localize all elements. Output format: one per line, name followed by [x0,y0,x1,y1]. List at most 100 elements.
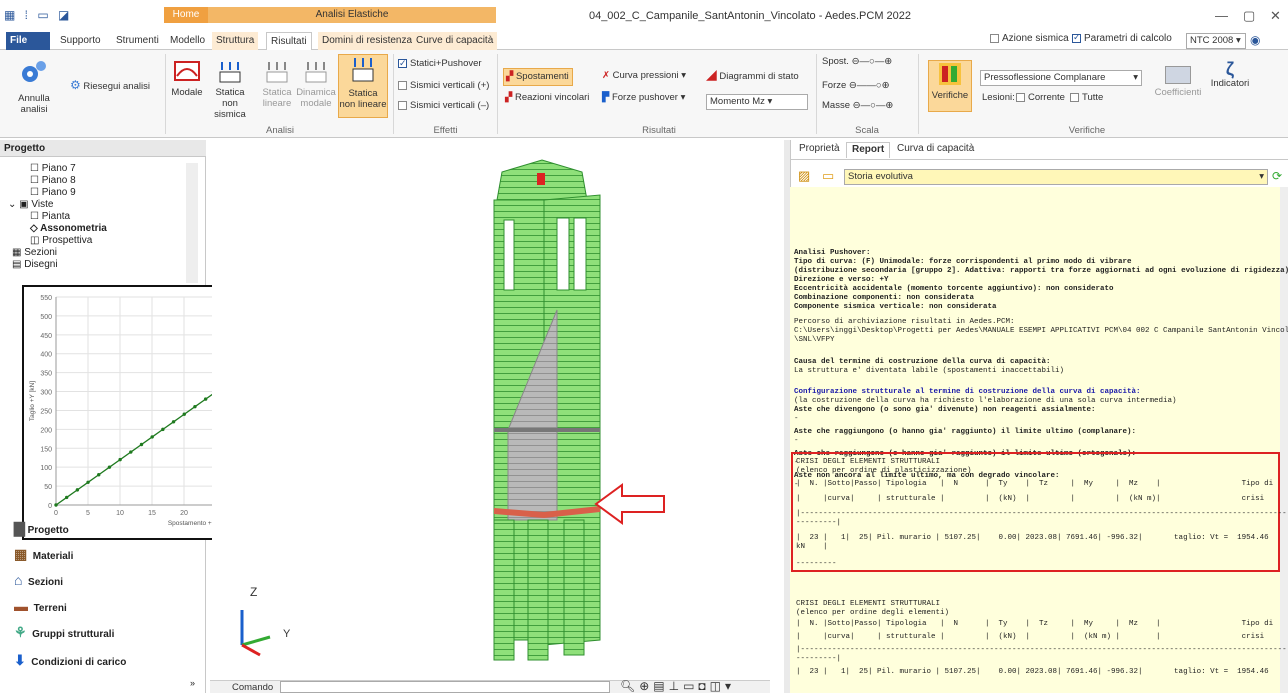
displacement-icon: ▞ [506,71,514,82]
verifiche-button[interactable]: Verifiche [928,60,972,112]
y-tick-label: 50 [44,484,52,491]
indicatori-button[interactable]: ζ Indicatori [1210,60,1250,89]
report-line: | |curva| | strutturale | | (kN) | | | (… [796,495,1265,503]
tab-curva[interactable]: Curva di capacità [892,142,979,158]
azione-sismica-button[interactable]: Azione sismica [990,33,1069,49]
report-line: ---------| [796,655,842,663]
sismici-plus-check[interactable]: Sismici verticali (+) [398,80,489,92]
tab-strumenti[interactable]: Strumenti [112,32,163,50]
nav-area [10,540,206,544]
help-icon[interactable]: ◉ [1250,33,1260,47]
scala-forze-slider[interactable]: Forze ⊖——○⊕ [822,80,890,92]
data-point [182,412,186,416]
report-line: C:\Users\inggi\Desktop\Progetti per Aede… [794,327,1288,335]
callout-arrow [594,483,665,525]
folder-icon[interactable]: ▭ [822,168,834,184]
report-header: Analisi Pushover: Tipo di curva: (F) Uni… [794,249,1288,312]
minimize-icon[interactable]: — [1215,8,1228,23]
tab-proprieta[interactable]: Proprietà [794,142,845,158]
tab-modello[interactable]: Modello [166,32,209,50]
report-line: Tipo di curva: (F) Unimodale: forze corr… [794,258,1132,266]
nav-materiali[interactable]: ▦ Materiali [14,546,73,563]
x-tick-label: 20 [180,510,188,517]
risultati-group-label: Risultati [642,125,676,136]
tab-domini[interactable]: Domini di resistenza [318,32,417,50]
report-line: Aste che divengono (o sono gia' divenute… [794,406,1096,414]
maximize-icon[interactable]: ▢ [1243,8,1255,24]
tree-scrollbar[interactable] [186,163,198,283]
tab-report[interactable]: Report [846,142,891,158]
tab-risultati[interactable]: Risultati [266,32,312,51]
report-line: CRISI DEGLI ELEMENTI STRUTTURALI [796,600,941,608]
load-icon: ⬇ [14,652,26,668]
x-tick-label: 0 [54,510,58,517]
parametri-button[interactable]: Parametri di calcolo [1072,32,1172,49]
tree-item[interactable]: ⌄ ▣ Viste [8,199,190,211]
statica-non-lineare-button[interactable]: Statica non lineare [338,54,388,118]
modale-button[interactable]: Modale [170,58,204,98]
x-tick-label: 5 [86,510,90,517]
diagrammi-button[interactable]: ◢ Diagrammi di stato [706,66,799,83]
tab-file[interactable]: File [6,32,50,50]
statica-non-sismica-button[interactable]: Statica non sismica [208,58,252,120]
tree-item[interactable]: ◫ Prospettiva [30,235,190,247]
tower-model [240,159,665,661]
statica-lineare-button[interactable]: Statica lineare [260,58,294,109]
spostamenti-button[interactable]: ▞ Spostamenti [503,68,573,86]
storia-select[interactable]: Storia evolutiva ▾ [844,169,1268,185]
annulla-analisi-button[interactable]: Annulla analisi [4,56,64,115]
view-toolbar[interactable]: 🔍︎⊕▤⊥▭◘◫▾ [620,680,735,692]
tree-item[interactable]: ▤ Disegni [12,259,190,271]
tree-item-assonometria[interactable]: ◇ Assonometria [30,223,190,235]
tree-item[interactable]: ☐ Pianta [30,211,190,223]
tab-curve[interactable]: Curve di capacità [412,32,498,50]
statici-pushover-check[interactable]: Statici+Pushover [398,57,482,70]
sismici-minus-check[interactable]: Sismici verticali (–) [398,100,489,112]
open-report-icon[interactable]: ▨ [798,168,810,184]
command-input[interactable] [280,681,610,693]
axis-z-label: Z [250,585,258,599]
ntc-select[interactable]: NTC 2008 ▾ [1186,33,1246,49]
curva-pressioni-button[interactable]: ✗ Curva pressioni ▾ [602,70,686,82]
data-point [129,450,133,454]
report-line: Percorso di archiviazione risultati in A… [794,318,1015,326]
lesioni-label: Lesioni: [982,92,1015,103]
dynamic-icon [305,62,327,83]
tab-supporto[interactable]: Supporto [56,32,105,50]
corrente-check[interactable]: Corrente [1016,92,1065,104]
pressoflessione-select[interactable]: Pressoflessione Complanare ▾ [980,70,1142,86]
forze-pushover-button[interactable]: ▛ Forze pushover ▾ [602,92,685,104]
momento-select[interactable]: Momento Mz ▾ [706,94,808,110]
data-point [75,488,80,492]
reazioni-button[interactable]: ▞ Reazioni vincolari [505,92,589,104]
nav-sezioni[interactable]: ⌂ Sezioni [14,572,63,588]
tree-item[interactable]: ☐ Piano 7 [30,163,190,175]
tree-item[interactable]: ▦ Sezioni [12,247,190,259]
quick-access-toolbar[interactable]: ▦ ⁞ ▭ ◪ [4,8,72,22]
close-icon[interactable]: ✕ [1270,8,1281,24]
x-tick-label: 15 [148,510,156,517]
riesegui-analisi-button[interactable]: ⚙ Riesegui analisi [70,78,162,92]
dinamica-modale-button[interactable]: Dinamica modale [296,58,336,109]
nav-gruppi[interactable]: ⚘ Gruppi strutturali [14,624,114,641]
diagram-icon: ◢ [706,66,717,82]
scala-masse-slider[interactable]: Masse ⊖—○—⊕ [822,100,893,112]
tree-item[interactable]: ☐ Piano 9 [30,187,190,199]
groups-icon: ⚘ [14,624,27,640]
refresh-icon[interactable]: ⟳ [1272,169,1282,183]
nav-expand-icon[interactable]: » [190,678,195,688]
coefficienti-button[interactable]: Coefficienti [1150,66,1206,98]
report-line: Direzione e verso: +Y [794,276,889,284]
tab-struttura[interactable]: Struttura [212,32,259,50]
tutte-check[interactable]: Tutte [1070,92,1103,104]
tree-item[interactable]: ☐ Piano 8 [30,175,190,187]
nav-condizioni[interactable]: ⬇ Condizioni di carico [14,652,126,669]
nav-terreni[interactable]: ▬ Terreni [14,598,67,614]
gear-run-icon: ⚙ [70,78,81,92]
data-point [171,420,176,424]
project-icon: ▇ [14,520,25,536]
scala-spost-slider[interactable]: Spost. ⊖—○—⊕ [822,56,892,68]
y-tick-label: 300 [40,390,52,397]
nav-progetto[interactable]: ▇ Progetto [14,520,69,537]
report-line: Combinazione componenti: non considerata [794,294,975,302]
